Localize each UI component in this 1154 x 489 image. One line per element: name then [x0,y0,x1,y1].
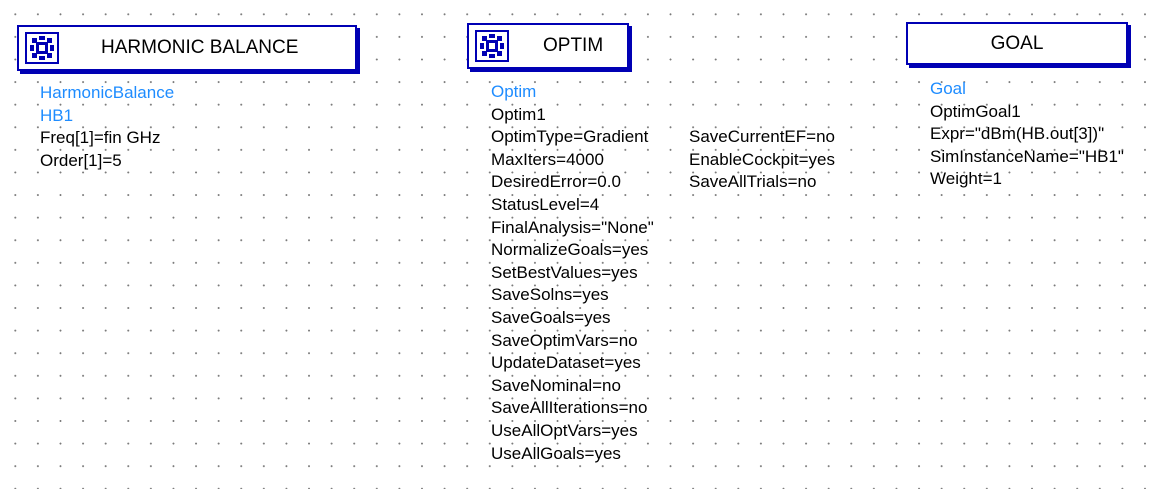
param-saveallierations[interactable]: SaveAllIterations=no [491,397,654,420]
param-savenominal[interactable]: SaveNominal=no [491,375,654,398]
param-savegoals[interactable]: SaveGoals=yes [491,307,654,330]
param-weight[interactable]: Weight=1 [930,168,1124,191]
param-normalizegoals[interactable]: NormalizeGoals=yes [491,239,654,262]
param-setbestvalues[interactable]: SetBestValues=yes [491,262,654,285]
instance-name[interactable]: OptimGoal1 [930,101,1124,124]
goal-component[interactable]: GOAL Goal OptimGoal1 Expr="dBm(HB.out[3]… [0,0,1154,200]
param-expr[interactable]: Expr="dBm(HB.out[3])" [930,123,1124,146]
param-saveoptimvars[interactable]: SaveOptimVars=no [491,330,654,353]
goal-params: Goal OptimGoal1 Expr="dBm(HB.out[3])" Si… [930,78,1124,191]
param-finalanalysis[interactable]: FinalAnalysis="None" [491,217,654,240]
param-useallgoals[interactable]: UseAllGoals=yes [491,443,654,466]
param-updatedataset[interactable]: UpdateDataset=yes [491,352,654,375]
component-type-label: Goal [930,79,966,98]
goal-title: GOAL [990,32,1044,54]
param-usealloptvars[interactable]: UseAllOptVars=yes [491,420,654,443]
param-savesolns[interactable]: SaveSolns=yes [491,284,654,307]
param-siminstancename[interactable]: SimInstanceName="HB1" [930,146,1124,169]
goal-symbol[interactable]: GOAL [906,22,1128,65]
